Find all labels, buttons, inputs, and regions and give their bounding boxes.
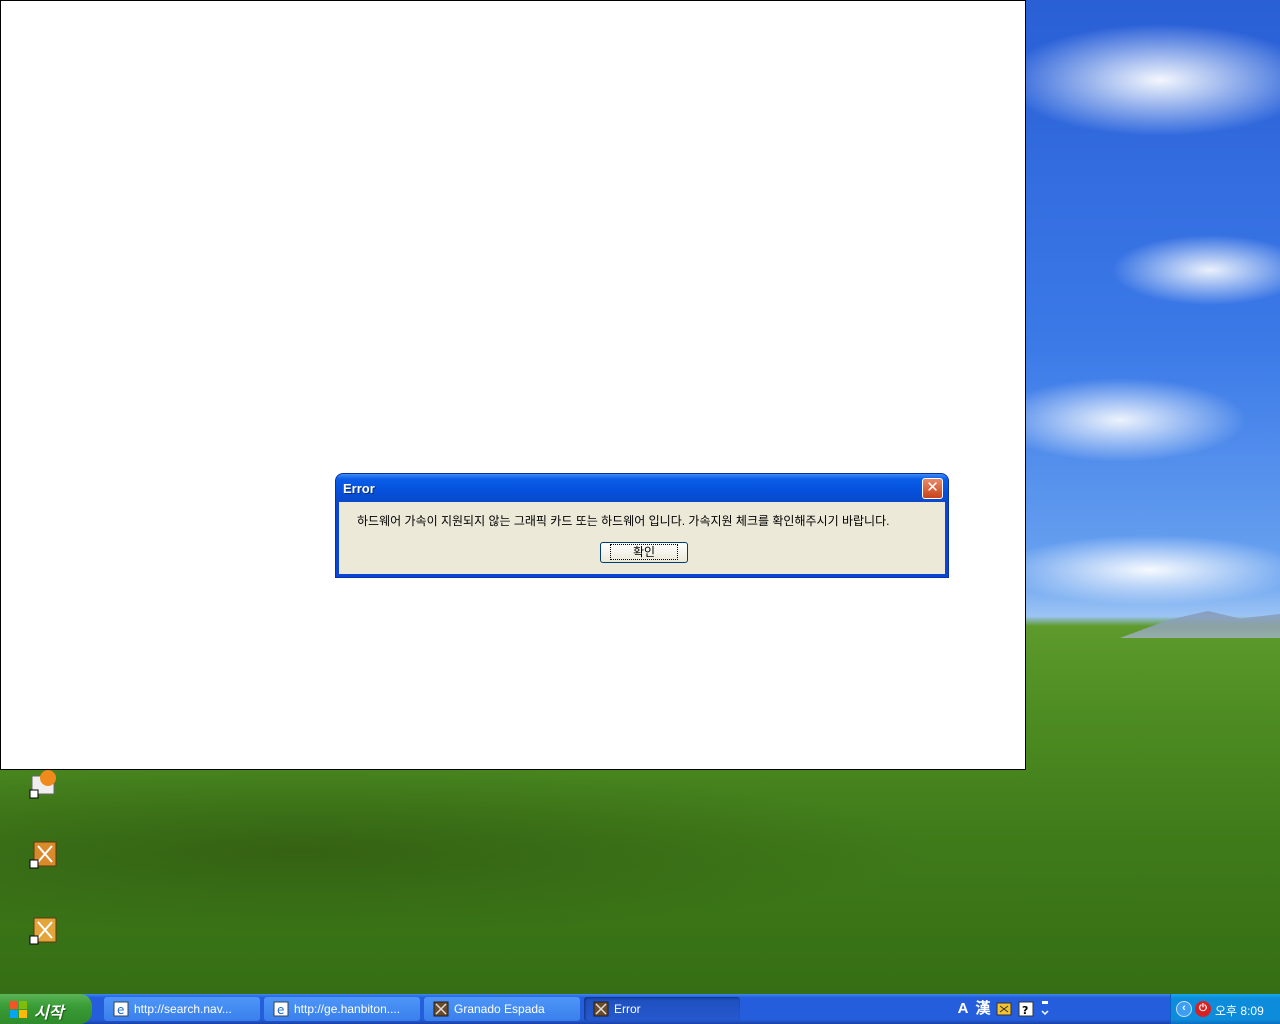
power-tray-icon[interactable]: ⏻ [1195,1001,1211,1017]
dialog-body: 하드웨어 가속이 지원되지 않는 그래픽 카드 또는 하드웨어 입니다. 가속지… [339,502,945,574]
desktop-icon-1[interactable] [8,768,70,828]
taskbar: 시작 e http://search.nav... e http://ge.ha… [0,994,1280,1024]
start-button[interactable]: 시작 [0,994,92,1024]
taskbar-item-label: http://ge.hanbiton.... [294,1002,401,1016]
desktop-icon-3[interactable] [8,914,70,974]
taskbar-item-hanbiton[interactable]: e http://ge.hanbiton.... [264,997,420,1021]
show-hidden-icons-button[interactable]: ‹ [1176,1001,1192,1017]
start-label: 시작 [34,1005,64,1022]
taskbar-item-search-naver[interactable]: e http://search.nav... [104,997,260,1021]
language-bar: A 漢 ? [952,997,1062,1021]
desktop-icon-2[interactable] [8,838,70,898]
svg-text:?: ? [1022,1004,1028,1017]
taskbar-item-granado-espada[interactable]: Granado Espada [424,997,580,1021]
system-tray: ‹ ⏻ 오후 8:09 [1170,994,1280,1024]
svg-text:e: e [117,1003,124,1017]
dialog-titlebar[interactable]: Error ✕ [336,474,948,502]
ok-button[interactable]: 확인 [600,542,688,563]
game-icon [593,1001,609,1017]
app-shortcut-icon [29,770,56,799]
error-dialog: Error ✕ 하드웨어 가속이 지원되지 않는 그래픽 카드 또는 하드웨어 … [336,474,948,577]
ie-icon: e [113,1001,129,1017]
taskbar-item-label: http://search.nav... [134,1002,232,1016]
ok-button-label: 확인 [609,544,679,560]
windows-logo-icon [10,1001,27,1018]
close-icon: ✕ [926,479,939,496]
dialog-title: Error [343,481,375,496]
svg-text:e: e [277,1003,284,1017]
help-icon[interactable]: ? [1018,1001,1034,1017]
error-message: 하드웨어 가속이 지원되지 않는 그래픽 카드 또는 하드웨어 입니다. 가속지… [357,514,890,528]
ime-mode-english[interactable]: A [954,1000,972,1018]
taskbar-item-label: Error [614,1002,641,1016]
game-icon [433,1001,449,1017]
clock: 오후 8:09 [1215,1004,1264,1018]
language-bar-options-icon[interactable] [1040,1000,1050,1018]
game-shortcut-icon [29,841,57,869]
wallpaper-hill-shade [0,760,1280,994]
game-shortcut-icon [29,917,57,945]
taskbar-item-label: Granado Espada [454,1002,545,1016]
ime-pad-icon[interactable] [996,1001,1012,1017]
ime-mode-hanja[interactable]: 漢 [974,1000,992,1018]
ie-icon: e [273,1001,289,1017]
blank-app-window [0,0,1026,770]
taskbar-item-error[interactable]: Error [584,997,740,1021]
close-button[interactable]: ✕ [922,478,943,499]
